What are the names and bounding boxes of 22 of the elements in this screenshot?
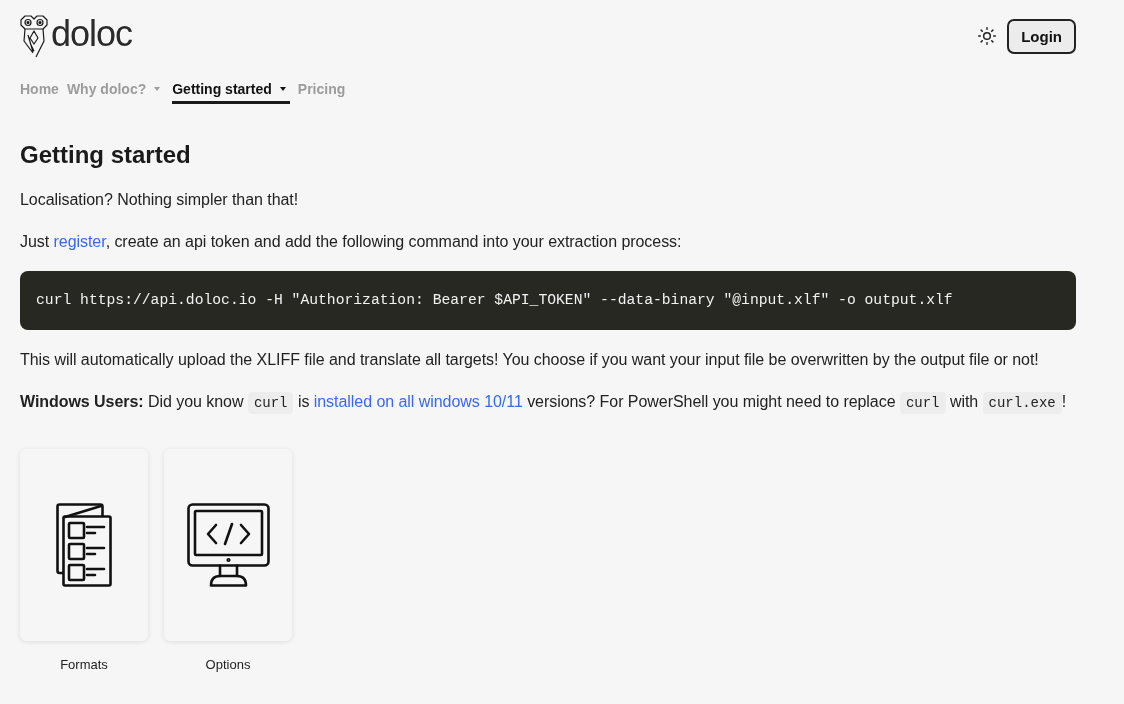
nav-link[interactable]: Home [20,78,59,104]
paragraph: Localisation? Nothing simpler than that! [20,190,300,210]
logo-wordmark: doloc [51,15,133,53]
nav-link[interactable]: Getting started [172,78,290,104]
checklist-icon [56,503,112,587]
tile-label: Formats [60,656,108,674]
tile[interactable] [164,449,292,641]
owl-icon [20,14,48,58]
link[interactable]: register [53,233,106,250]
tile-label: Options [205,656,251,674]
tile[interactable] [20,449,148,641]
nav-link[interactable]: Pricing [297,78,346,104]
login-button[interactable]: Login [1007,18,1076,54]
paragraph: Just register, create an api token and add the following command into your extraction process: [20,232,683,252]
nav-link[interactable]: Why doloc? [66,78,165,104]
sun-icon[interactable] [977,26,998,46]
page-heading: Getting started [20,140,192,170]
code-block: curl https://api.doloc.io -H "Authorization: Bearer $API_TOKEN" --data-binary "@input.xlf" -o output.xlf [20,271,1076,330]
paragraph: Windows Users: Did you know curl is installed on all windows 10/11 versions? For PowerShell you might need to replace curl with curl.exe ! [20,390,1076,415]
paragraph: This will automatically upload the XLIFF file and translate all targets! You choose if you want your input file be overwritten by the output file or not! [20,350,1040,370]
link[interactable]: installed on all windows 10/11 [313,393,523,410]
monitor-code-icon [186,503,270,587]
